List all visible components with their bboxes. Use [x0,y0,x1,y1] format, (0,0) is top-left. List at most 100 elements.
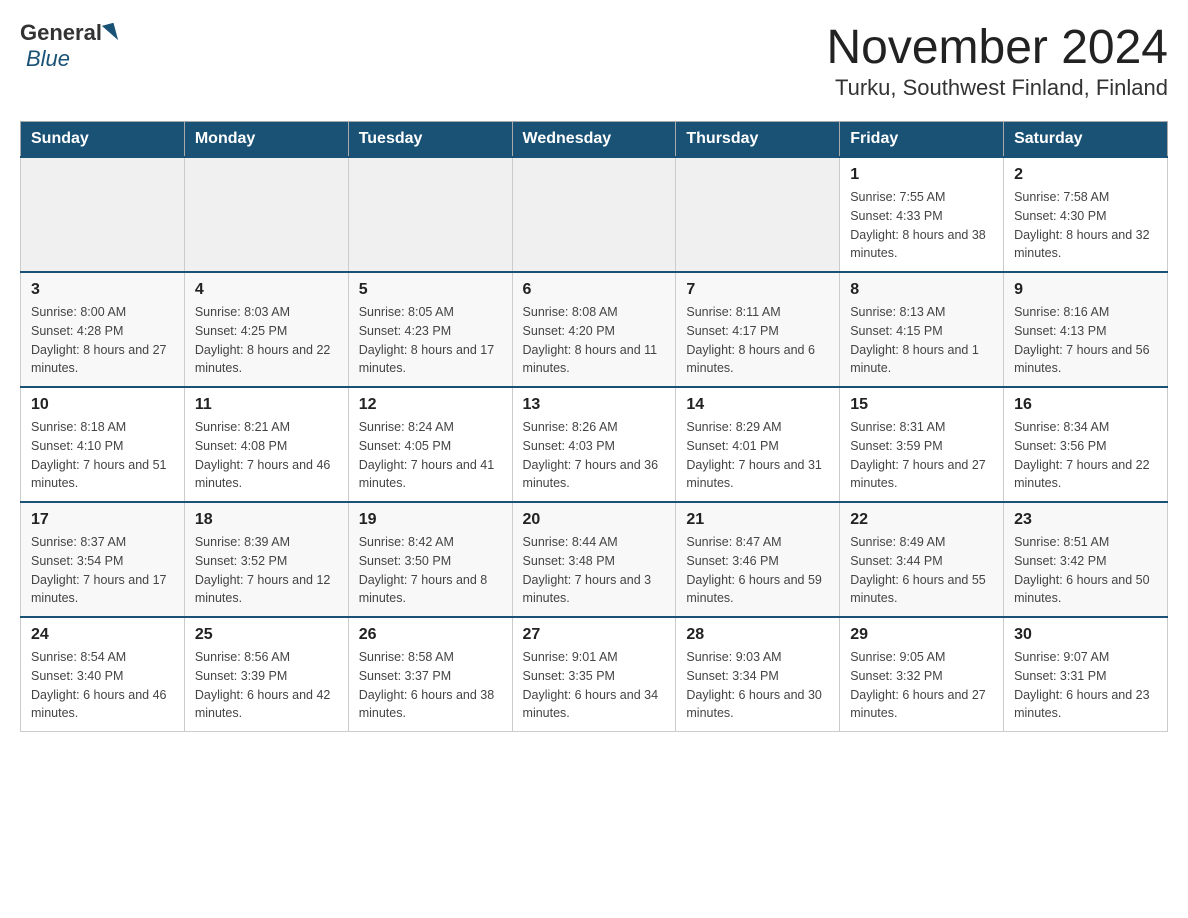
calendar-day-cell: 21 Sunrise: 8:47 AMSunset: 3:46 PMDayligh… [676,502,840,617]
calendar-day-cell: 16 Sunrise: 8:34 AMSunset: 3:56 PMDayligh… [1004,387,1168,502]
day-info: Sunrise: 8:08 AMSunset: 4:20 PMDaylight:… [523,303,666,378]
day-info: Sunrise: 8:16 AMSunset: 4:13 PMDaylight:… [1014,303,1157,378]
calendar-day-cell: 28Sunrise: 9:03 AMSunset: 3:34 PMDayligh… [676,617,840,732]
calendar-day-cell: 2 Sunrise: 7:58 AMSunset: 4:30 PMDaylight… [1004,157,1168,272]
day-number: 10 [31,396,174,414]
calendar-day-cell: 7Sunrise: 8:11 AMSunset: 4:17 PMDaylight… [676,272,840,387]
calendar-day-cell [21,157,185,272]
day-number: 8 [850,281,993,299]
calendar-day-cell: 29 Sunrise: 9:05 AMSunset: 3:32 PMDayligh… [840,617,1004,732]
day-number: 23 [1014,511,1157,529]
calendar-day-cell: 3 Sunrise: 8:00 AMSunset: 4:28 PMDaylight… [21,272,185,387]
day-number: 2 [1014,166,1157,184]
day-info: Sunrise: 9:03 AMSunset: 3:34 PMDaylight:… [686,648,829,723]
day-number: 12 [359,396,502,414]
day-info: Sunrise: 8:39 AMSunset: 3:52 PMDaylight:… [195,533,338,608]
calendar-day-cell: 25 Sunrise: 8:56 AMSunset: 3:39 PMDayligh… [184,617,348,732]
logo-arrow-icon [102,23,118,43]
calendar-day-cell: 19 Sunrise: 8:42 AMSunset: 3:50 PMDayligh… [348,502,512,617]
day-info: Sunrise: 8:58 AMSunset: 3:37 PMDaylight:… [359,648,502,723]
day-number: 5 [359,281,502,299]
day-info: Sunrise: 8:47 AMSunset: 3:46 PMDaylight:… [686,533,829,608]
calendar-day-cell: 30 Sunrise: 9:07 AMSunset: 3:31 PMDayligh… [1004,617,1168,732]
logo-blue-text: Blue [26,46,70,71]
page-header: General Blue November 2024 Turku, Southw… [20,20,1168,101]
day-info: Sunrise: 7:58 AMSunset: 4:30 PMDaylight:… [1014,188,1157,263]
day-number: 19 [359,511,502,529]
day-info: Sunrise: 8:24 AMSunset: 4:05 PMDaylight:… [359,418,502,493]
calendar-day-cell [348,157,512,272]
day-info: Sunrise: 8:21 AMSunset: 4:08 PMDaylight:… [195,418,338,493]
calendar-header-row: SundayMondayTuesdayWednesdayThursdayFrid… [21,122,1168,158]
calendar-day-cell: 8 Sunrise: 8:13 AMSunset: 4:15 PMDaylight… [840,272,1004,387]
day-number: 7 [686,281,829,299]
day-number: 3 [31,281,174,299]
calendar-day-cell: 27Sunrise: 9:01 AMSunset: 3:35 PMDayligh… [512,617,676,732]
day-info: Sunrise: 9:05 AMSunset: 3:32 PMDaylight:… [850,648,993,723]
weekday-header-thursday: Thursday [676,122,840,158]
calendar-day-cell: 9 Sunrise: 8:16 AMSunset: 4:13 PMDaylight… [1004,272,1168,387]
logo-general-text: General [20,20,102,46]
day-number: 15 [850,396,993,414]
weekday-header-monday: Monday [184,122,348,158]
calendar-day-cell: 14Sunrise: 8:29 AMSunset: 4:01 PMDayligh… [676,387,840,502]
day-number: 26 [359,626,502,644]
day-info: Sunrise: 8:42 AMSunset: 3:50 PMDaylight:… [359,533,502,608]
day-number: 30 [1014,626,1157,644]
day-info: Sunrise: 9:01 AMSunset: 3:35 PMDaylight:… [523,648,666,723]
calendar-day-cell: 1Sunrise: 7:55 AMSunset: 4:33 PMDaylight… [840,157,1004,272]
calendar-day-cell: 22Sunrise: 8:49 AMSunset: 3:44 PMDayligh… [840,502,1004,617]
day-info: Sunrise: 8:00 AMSunset: 4:28 PMDaylight:… [31,303,174,378]
day-number: 13 [523,396,666,414]
title-block: November 2024 Turku, Southwest Finland, … [826,20,1168,101]
day-info: Sunrise: 8:05 AMSunset: 4:23 PMDaylight:… [359,303,502,378]
day-info: Sunrise: 8:44 AMSunset: 3:48 PMDaylight:… [523,533,666,608]
calendar-week-row: 24Sunrise: 8:54 AMSunset: 3:40 PMDayligh… [21,617,1168,732]
day-info: Sunrise: 8:31 AMSunset: 3:59 PMDaylight:… [850,418,993,493]
calendar-day-cell: 5 Sunrise: 8:05 AMSunset: 4:23 PMDaylight… [348,272,512,387]
day-number: 16 [1014,396,1157,414]
weekday-header-saturday: Saturday [1004,122,1168,158]
calendar-day-cell: 20Sunrise: 8:44 AMSunset: 3:48 PMDayligh… [512,502,676,617]
day-info: Sunrise: 8:49 AMSunset: 3:44 PMDaylight:… [850,533,993,608]
calendar-day-cell: 24Sunrise: 8:54 AMSunset: 3:40 PMDayligh… [21,617,185,732]
calendar-day-cell: 26 Sunrise: 8:58 AMSunset: 3:37 PMDayligh… [348,617,512,732]
day-number: 11 [195,396,338,414]
page-title: November 2024 [826,20,1168,75]
day-number: 17 [31,511,174,529]
day-info: Sunrise: 8:51 AMSunset: 3:42 PMDaylight:… [1014,533,1157,608]
day-info: Sunrise: 8:03 AMSunset: 4:25 PMDaylight:… [195,303,338,378]
calendar-week-row: 3 Sunrise: 8:00 AMSunset: 4:28 PMDaylight… [21,272,1168,387]
day-info: Sunrise: 8:37 AMSunset: 3:54 PMDaylight:… [31,533,174,608]
calendar-day-cell: 11 Sunrise: 8:21 AMSunset: 4:08 PMDayligh… [184,387,348,502]
day-info: Sunrise: 9:07 AMSunset: 3:31 PMDaylight:… [1014,648,1157,723]
day-number: 4 [195,281,338,299]
day-number: 29 [850,626,993,644]
day-info: Sunrise: 7:55 AMSunset: 4:33 PMDaylight:… [850,188,993,263]
calendar-week-row: 10Sunrise: 8:18 AMSunset: 4:10 PMDayligh… [21,387,1168,502]
weekday-header-tuesday: Tuesday [348,122,512,158]
calendar-table: SundayMondayTuesdayWednesdayThursdayFrid… [20,121,1168,732]
day-info: Sunrise: 8:54 AMSunset: 3:40 PMDaylight:… [31,648,174,723]
day-number: 25 [195,626,338,644]
day-info: Sunrise: 8:13 AMSunset: 4:15 PMDaylight:… [850,303,993,378]
weekday-header-friday: Friday [840,122,1004,158]
calendar-day-cell: 13 Sunrise: 8:26 AMSunset: 4:03 PMDayligh… [512,387,676,502]
day-number: 18 [195,511,338,529]
day-number: 9 [1014,281,1157,299]
calendar-day-cell: 15 Sunrise: 8:31 AMSunset: 3:59 PMDayligh… [840,387,1004,502]
calendar-day-cell: 18 Sunrise: 8:39 AMSunset: 3:52 PMDayligh… [184,502,348,617]
day-info: Sunrise: 8:26 AMSunset: 4:03 PMDaylight:… [523,418,666,493]
calendar-day-cell: 12 Sunrise: 8:24 AMSunset: 4:05 PMDayligh… [348,387,512,502]
calendar-day-cell [512,157,676,272]
calendar-day-cell [676,157,840,272]
day-number: 21 [686,511,829,529]
calendar-day-cell: 23 Sunrise: 8:51 AMSunset: 3:42 PMDayligh… [1004,502,1168,617]
logo: General Blue [20,20,118,72]
calendar-day-cell [184,157,348,272]
calendar-day-cell: 4 Sunrise: 8:03 AMSunset: 4:25 PMDaylight… [184,272,348,387]
day-info: Sunrise: 8:29 AMSunset: 4:01 PMDaylight:… [686,418,829,493]
calendar-week-row: 17 Sunrise: 8:37 AMSunset: 3:54 PMDayligh… [21,502,1168,617]
day-info: Sunrise: 8:56 AMSunset: 3:39 PMDaylight:… [195,648,338,723]
day-info: Sunrise: 8:34 AMSunset: 3:56 PMDaylight:… [1014,418,1157,493]
